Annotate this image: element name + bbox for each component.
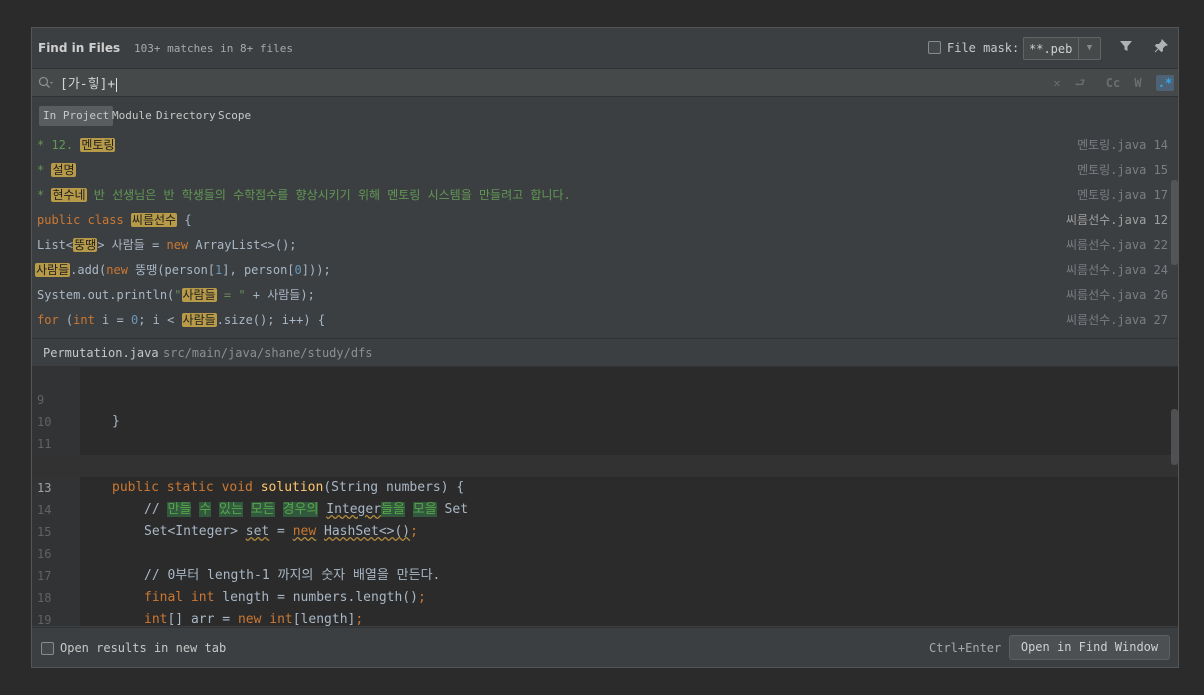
code-line: 14 Set<Integer> set = new HashSet<>(); — [32, 477, 1178, 539]
tab-in-project[interactable]: In Project — [39, 106, 114, 126]
open-in-find-window-button[interactable]: Open in Find Window — [1009, 635, 1170, 660]
result-row[interactable]: * 현수네 반 선생님은 반 학생들의 수학점수를 향상시키기 위해 멘토링 시… — [32, 183, 1172, 208]
result-text: * 12. 멘토링 — [37, 138, 116, 152]
code-line: 9 } — [32, 367, 1178, 429]
search-icon[interactable] — [38, 76, 54, 90]
search-query-text: [가-힣]+ — [60, 77, 116, 92]
dialog-title: Find in Files — [38, 41, 121, 55]
search-input[interactable]: [가-힣]+ — [60, 73, 118, 92]
code-line: 16 // 0부터 length-1 까지의 숫자 배열을 만든다. — [32, 521, 1178, 583]
dialog-footer: Open results in new tab Ctrl+Enter Open … — [32, 627, 1178, 667]
result-file: 씨름선수.java 22 — [1066, 238, 1168, 252]
regex-icon[interactable]: .* — [1156, 75, 1174, 91]
scope-tabs: In Project Module Directory Scope — [32, 98, 1178, 138]
result-text: System.out.println("사람들 = " + 사람들); — [37, 288, 315, 302]
results-list[interactable]: * 12. 멘토링 멘토링.java 14 * 설명 멘토링.java 15 *… — [32, 133, 1178, 338]
open-new-tab-label[interactable]: Open results in new tab — [60, 641, 226, 655]
search-bar: [가-힣]+ ✕ ⮐ Cc W .* — [32, 68, 1178, 97]
code-line: 19 for(int i=0; i<length; i++) { — [32, 587, 1178, 626]
tab-label: Directory — [156, 109, 216, 122]
file-mask-value[interactable]: **.peb — [1029, 42, 1072, 56]
dialog-header: Find in Files 103+ matches in 8+ files F… — [32, 28, 1178, 68]
clear-icon[interactable]: ✕ — [1048, 75, 1066, 91]
whole-words-icon[interactable]: W — [1129, 75, 1147, 91]
code-line-current: 13 // 만들 수 있는 모든 경우의 Integer들을 모을 Set — [32, 455, 1178, 517]
result-row[interactable]: for (int i = 0; i < 사람들.size(); i++) { 씨… — [32, 308, 1172, 333]
result-text: * 설명 — [37, 163, 76, 177]
shortcut-hint: Ctrl+Enter — [929, 641, 1002, 655]
chevron-down-icon[interactable]: ▼ — [1078, 38, 1100, 59]
result-text: public class 씨름선수 { — [37, 213, 192, 227]
result-file: 씨름선수.java 12 — [1066, 213, 1168, 227]
result-file: 씨름선수.java 26 — [1066, 288, 1168, 302]
file-mask-combo[interactable]: **.peb ▼ — [1023, 37, 1101, 60]
result-file: 멘토링.java 14 — [1077, 138, 1168, 152]
result-text: * 현수네 반 선생님은 반 학생들의 수학점수를 향상시키기 위해 멘토링 시… — [37, 188, 571, 202]
result-text: 사람들.add(new 뚱땡(person[1], person[0])); — [35, 263, 331, 277]
code-preview[interactable]: 9 } 10 11 @ public static void solution(… — [32, 367, 1178, 626]
text-caret — [116, 77, 118, 92]
match-case-icon[interactable]: Cc — [1104, 75, 1122, 91]
preview-file-name: Permutation.java — [43, 346, 159, 360]
code-line: 18 int[] arr = new int[length]; — [32, 565, 1178, 626]
result-row[interactable]: public class 씨름선수 { 씨름선수.java 12 — [32, 208, 1172, 233]
tab-directory[interactable]: Directory — [152, 106, 220, 126]
find-in-files-dialog: Find in Files 103+ matches in 8+ files F… — [31, 27, 1179, 668]
result-file: 씨름선수.java 27 — [1066, 313, 1168, 327]
results-scrollbar[interactable] — [1171, 180, 1178, 265]
result-text: for (int i = 0; i < 사람들.size(); i++) { — [37, 313, 326, 327]
tab-module[interactable]: Module — [108, 106, 156, 126]
filter-icon[interactable] — [1117, 39, 1135, 57]
code-line: 20 arr[i] = i; — [32, 609, 1178, 626]
code-line: 11 @ public static void solution(String … — [32, 411, 1178, 495]
result-row[interactable]: 사람들.add(new 뚱땡(person[1], person[0])); 씨… — [32, 258, 1172, 283]
code-line: 15 — [32, 499, 1178, 539]
file-mask-checkbox[interactable] — [928, 41, 941, 54]
match-count: 103+ matches in 8+ files — [134, 42, 293, 55]
code-line: 12 — [32, 433, 1178, 473]
preview-file-path: src/main/java/shane/study/dfs — [163, 346, 373, 360]
result-file: 멘토링.java 17 — [1077, 188, 1168, 202]
result-row[interactable]: * 설명 멘토링.java 15 — [32, 158, 1172, 183]
tab-scope[interactable]: Scope — [214, 106, 255, 126]
tab-label: In Project — [43, 109, 110, 122]
result-row[interactable]: * 12. 멘토링 멘토링.java 14 — [32, 133, 1172, 158]
result-row[interactable]: System.out.println("사람들 = " + 사람들); 씨름선수… — [32, 283, 1172, 308]
editor-scrollbar[interactable] — [1171, 409, 1178, 465]
code-line: 17 final int length = numbers.length(); — [32, 543, 1178, 605]
pin-icon[interactable] — [1152, 39, 1170, 57]
open-new-tab-checkbox[interactable] — [41, 642, 54, 655]
result-text: List<뚱땡> 사람들 = new ArrayList<>(); — [37, 238, 297, 252]
preview-path-bar: Permutation.java src/main/java/shane/stu… — [32, 338, 1178, 367]
new-line-icon[interactable]: ⮐ — [1071, 75, 1089, 91]
result-row[interactable]: List<뚱땡> 사람들 = new ArrayList<>(); 씨름선수.j… — [32, 233, 1172, 258]
tab-label: Scope — [218, 109, 252, 122]
result-file: 멘토링.java 15 — [1077, 163, 1168, 177]
file-mask-label: File mask: — [947, 41, 1020, 55]
result-file: 씨름선수.java 24 — [1066, 263, 1168, 277]
tab-label: Module — [112, 109, 152, 122]
code-line: 10 — [32, 389, 1178, 429]
